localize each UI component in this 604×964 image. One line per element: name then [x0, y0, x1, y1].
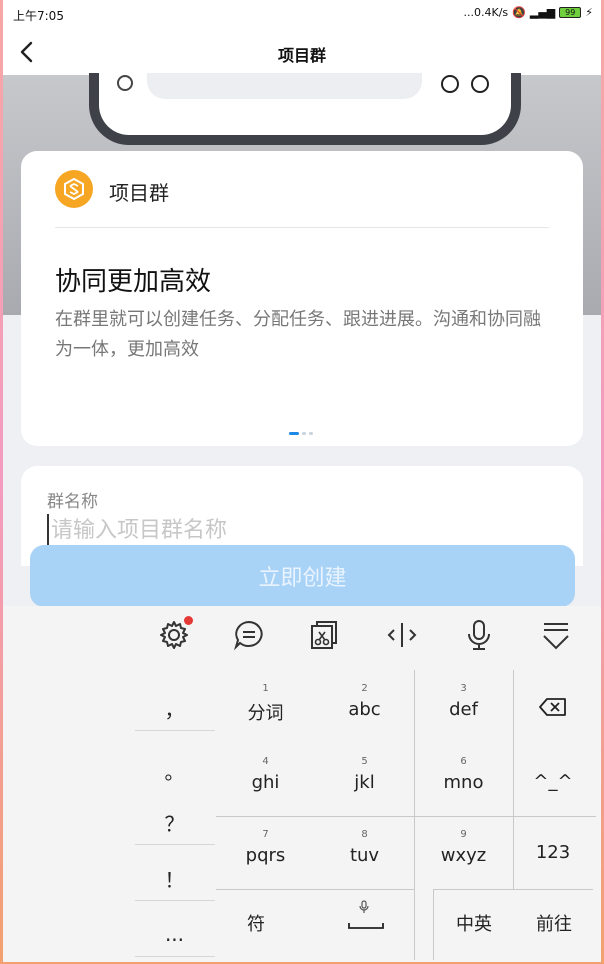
punct-period[interactable]: 。 [133, 756, 216, 785]
charging-icon: ⚡ [585, 6, 593, 19]
notification-dot [184, 616, 193, 625]
input-pill-illustration [147, 73, 422, 99]
key-9[interactable]: 9 wxyz [414, 816, 513, 889]
project-group-logo [55, 170, 93, 208]
mute-icon: 🔕 [512, 6, 526, 19]
group-name-input[interactable] [47, 514, 547, 546]
keyboard-toolbar [131, 616, 593, 658]
gear-icon[interactable] [157, 616, 193, 654]
punct-divider [135, 956, 215, 957]
card-headline: 协同更加高效 [55, 267, 212, 297]
card-description: 在群里就可以创建任务、分配任务、跟进进展。沟通和协同融为一体，更加高效 [55, 309, 541, 360]
signal-icon: ▂▄▆ [529, 6, 556, 19]
punct-ellipsis[interactable]: ... [133, 922, 216, 946]
emoticon-key[interactable]: ^_^ [513, 743, 593, 816]
space-key[interactable] [316, 890, 414, 960]
punct-comma[interactable]: ， [133, 694, 216, 723]
keyboard: ， 。 ？ ！ ... 1 分词 2 abc 3 def 4 ghi 5 jkl… [3, 606, 601, 962]
phone-illustration [89, 73, 521, 145]
backspace-key[interactable] [513, 670, 593, 743]
carousel-indicator[interactable] [289, 432, 313, 435]
emoji-icon [441, 75, 459, 93]
status-time: 上午7:05 [13, 9, 64, 23]
collapse-icon[interactable] [539, 618, 575, 654]
space-bar-icon [348, 923, 384, 929]
language-key[interactable]: 中英 [434, 890, 514, 960]
status-right: ...0.4K/s 🔕 ▂▄▆ 99 ⚡ [464, 6, 593, 19]
punctuation-column[interactable]: ， 。 ？ ！ ... [133, 672, 216, 960]
punct-divider [135, 730, 215, 731]
punct-divider [135, 844, 215, 845]
carousel-dot-active [289, 432, 299, 435]
chat-icon[interactable] [232, 618, 268, 654]
t9-keypad: 1 分词 2 abc 3 def 4 ghi 5 jkl 6 mno ^_^ 7… [216, 670, 596, 962]
key-7[interactable]: 7 pqrs [216, 816, 315, 889]
go-key[interactable]: 前往 [514, 890, 594, 960]
cursor-icon[interactable] [385, 618, 421, 654]
screen: 上午7:05 ...0.4K/s 🔕 ▂▄▆ 99 ⚡ 项目群 项目群 协同更加… [3, 0, 601, 962]
mic-icon [117, 75, 133, 91]
space-mic-icon [359, 900, 369, 913]
key-4[interactable]: 4 ghi [216, 743, 315, 816]
status-bar: 上午7:05 ...0.4K/s 🔕 ▂▄▆ 99 ⚡ [3, 0, 601, 30]
network-speed: ...0.4K/s [463, 6, 509, 19]
create-button[interactable]: 立即创建 [30, 545, 575, 607]
punct-exclaim[interactable]: ！ [133, 864, 216, 893]
punct-divider [135, 900, 215, 901]
mic-icon[interactable] [462, 618, 498, 654]
device-frame: 上午7:05 ...0.4K/s 🔕 ▂▄▆ 99 ⚡ 项目群 项目群 协同更加… [0, 0, 604, 964]
page-title: 项目群 [277, 46, 326, 65]
carousel-dot [302, 432, 306, 435]
clipboard-icon[interactable] [307, 618, 343, 654]
carousel-dot [309, 432, 313, 435]
divider [55, 227, 549, 228]
key-5[interactable]: 5 jkl [315, 743, 414, 816]
battery-icon: 99 [559, 7, 582, 18]
key-8[interactable]: 8 tuv [315, 816, 414, 889]
nav-bar: 项目群 [3, 30, 601, 75]
key-2[interactable]: 2 abc [315, 670, 414, 743]
punct-question[interactable]: ？ [133, 808, 216, 837]
backspace-icon [539, 698, 566, 716]
numbers-key[interactable]: 123 [513, 816, 593, 889]
key-1[interactable]: 1 分词 [216, 670, 315, 743]
card-name: 项目群 [109, 181, 169, 205]
add-icon [471, 75, 489, 93]
key-6[interactable]: 6 mno [414, 743, 513, 816]
symbol-key[interactable]: 符 [216, 890, 296, 960]
key-3[interactable]: 3 def [414, 670, 513, 743]
feature-card: 项目群 协同更加高效 在群里就可以创建任务、分配任务、跟进进展。沟通和协同融为一… [21, 151, 583, 446]
group-name-label: 群名称 [47, 492, 98, 512]
